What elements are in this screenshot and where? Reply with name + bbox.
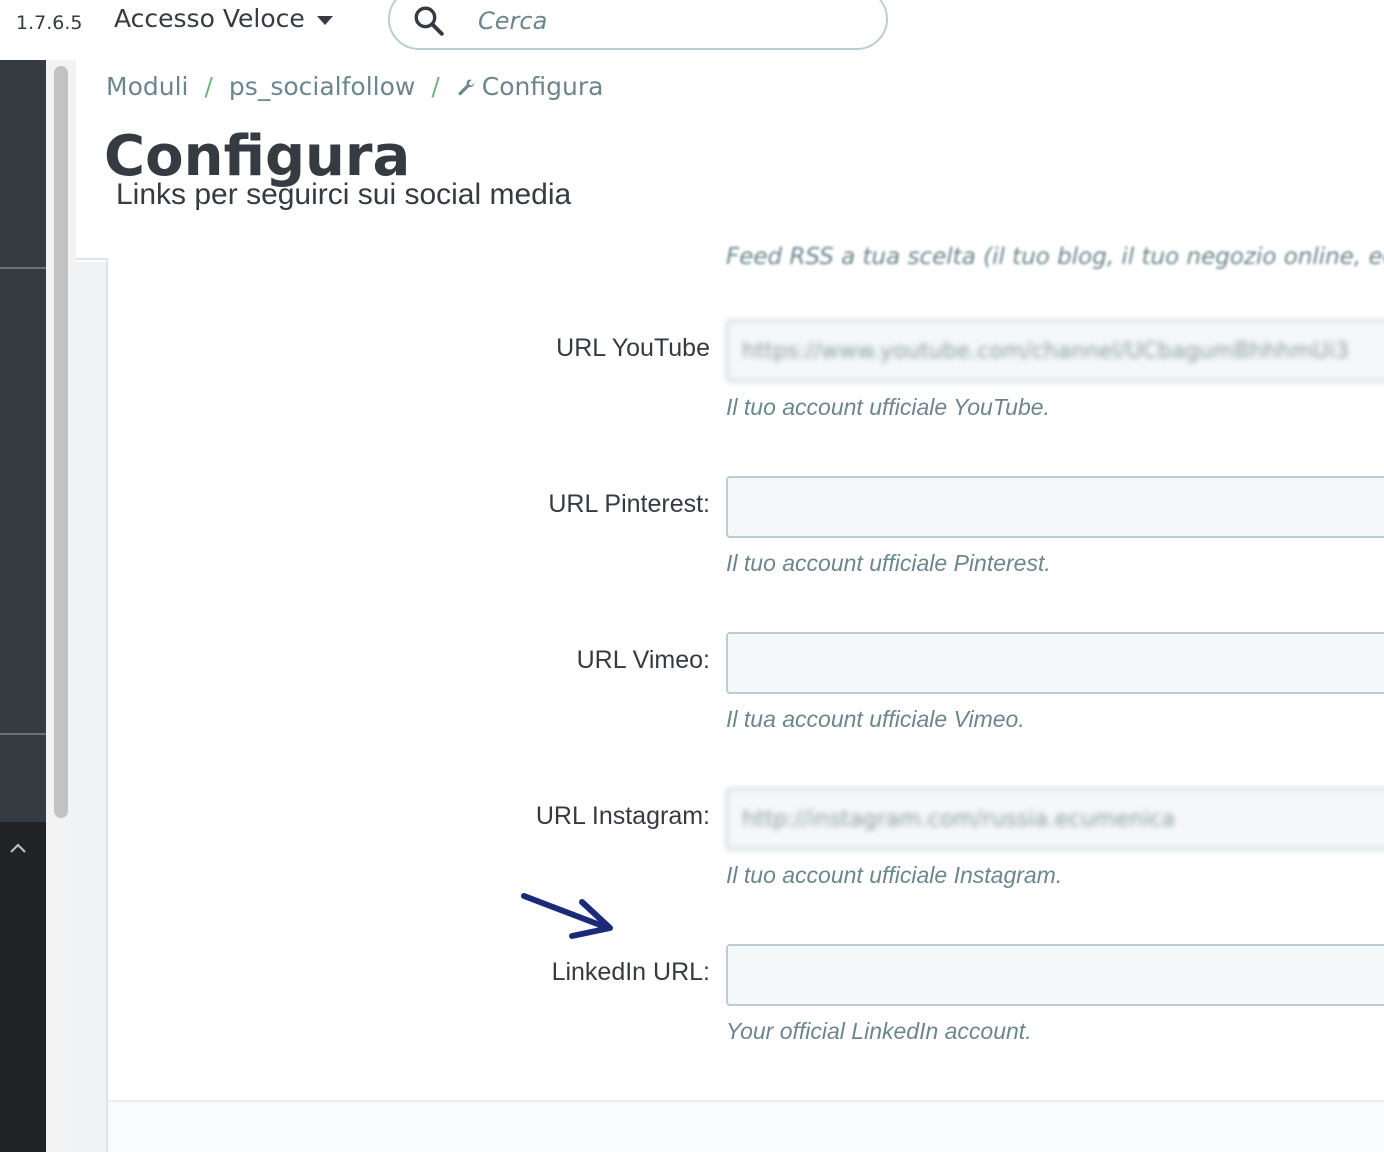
config-panel: Feed RSS a tua scelta (il tuo blog, il t… [106, 244, 1384, 1152]
pinterest-url-input[interactable] [726, 476, 1384, 538]
linkedin-label: LinkedIn URL: [551, 958, 710, 986]
chevron-up-icon[interactable] [8, 838, 28, 858]
instagram-label: URL Instagram: [535, 802, 710, 830]
scrollbar-thumb[interactable] [54, 66, 68, 818]
instagram-help: Il tuo account ufficiale Instagram. [726, 862, 1063, 888]
youtube-help: Il tuo account ufficiale YouTube. [726, 394, 1050, 420]
breadcrumb-item-module[interactable]: ps_socialfollow [229, 72, 415, 101]
sidebar-divider [0, 267, 46, 269]
breadcrumb-item-moduli[interactable]: Moduli [106, 72, 188, 101]
instagram-url-input[interactable] [726, 788, 1384, 850]
search-box [388, 0, 888, 50]
form-row-instagram: URL Instagram: Il tuo account ufficiale … [108, 788, 1384, 888]
linkedin-url-input[interactable] [726, 944, 1384, 1006]
wrench-icon [458, 79, 474, 95]
chevron-down-icon [316, 15, 333, 25]
search-input[interactable] [478, 4, 858, 38]
sidebar-divider [0, 733, 46, 735]
form-row-pinterest: URL Pinterest: Il tuo account ufficiale … [108, 476, 1384, 576]
vimeo-help: Il tua account ufficiale Vimeo. [726, 706, 1025, 732]
help-text-rss: Feed RSS a tua scelta (il tuo blog, il t… [726, 244, 1384, 270]
collapse-chevron-icon[interactable]: ‹ [0, 90, 2, 118]
quick-access-dropdown[interactable]: Accesso Veloce [114, 4, 333, 33]
sidebar-footer [0, 822, 46, 1152]
panel-footer [108, 1102, 1384, 1152]
arrow-annotation-icon [521, 893, 613, 939]
page-header: Moduli / ps_socialfollow / Configura Con… [76, 60, 1384, 260]
page-subtitle: Links per seguirci sui social media [116, 178, 572, 211]
sidebar-nav: ‹ [0, 60, 46, 1152]
search-icon[interactable] [412, 4, 446, 38]
vimeo-url-input[interactable] [726, 632, 1384, 694]
form-row-vimeo: URL Vimeo: Il tua account ufficiale Vime… [108, 632, 1384, 732]
pinterest-help: Il tuo account ufficiale Pinterest. [726, 550, 1051, 576]
vimeo-label: URL Vimeo: [576, 646, 710, 674]
pinterest-label: URL Pinterest: [548, 490, 710, 518]
breadcrumb: Moduli / ps_socialfollow / Configura [106, 72, 603, 101]
youtube-label: URL YouTube [556, 334, 710, 362]
breadcrumb-item-current: Configura [481, 72, 604, 101]
breadcrumb-separator: / [431, 72, 440, 101]
youtube-url-input[interactable] [726, 320, 1384, 382]
form-row-linkedin: LinkedIn URL: Your official LinkedIn acc… [108, 944, 1384, 1044]
quick-access-label: Accesso Veloce [114, 4, 305, 33]
content-area: Feed RSS a tua scelta (il tuo blog, il t… [76, 244, 1384, 1152]
version-label: 1.7.6.5 [16, 12, 83, 34]
top-bar: 1.7.6.5 Accesso Veloce [0, 0, 1384, 60]
form-row-youtube: URL YouTube Il tuo account ufficiale You… [108, 320, 1384, 420]
linkedin-help: Your official LinkedIn account. [726, 1018, 1032, 1044]
breadcrumb-separator: / [204, 72, 213, 101]
